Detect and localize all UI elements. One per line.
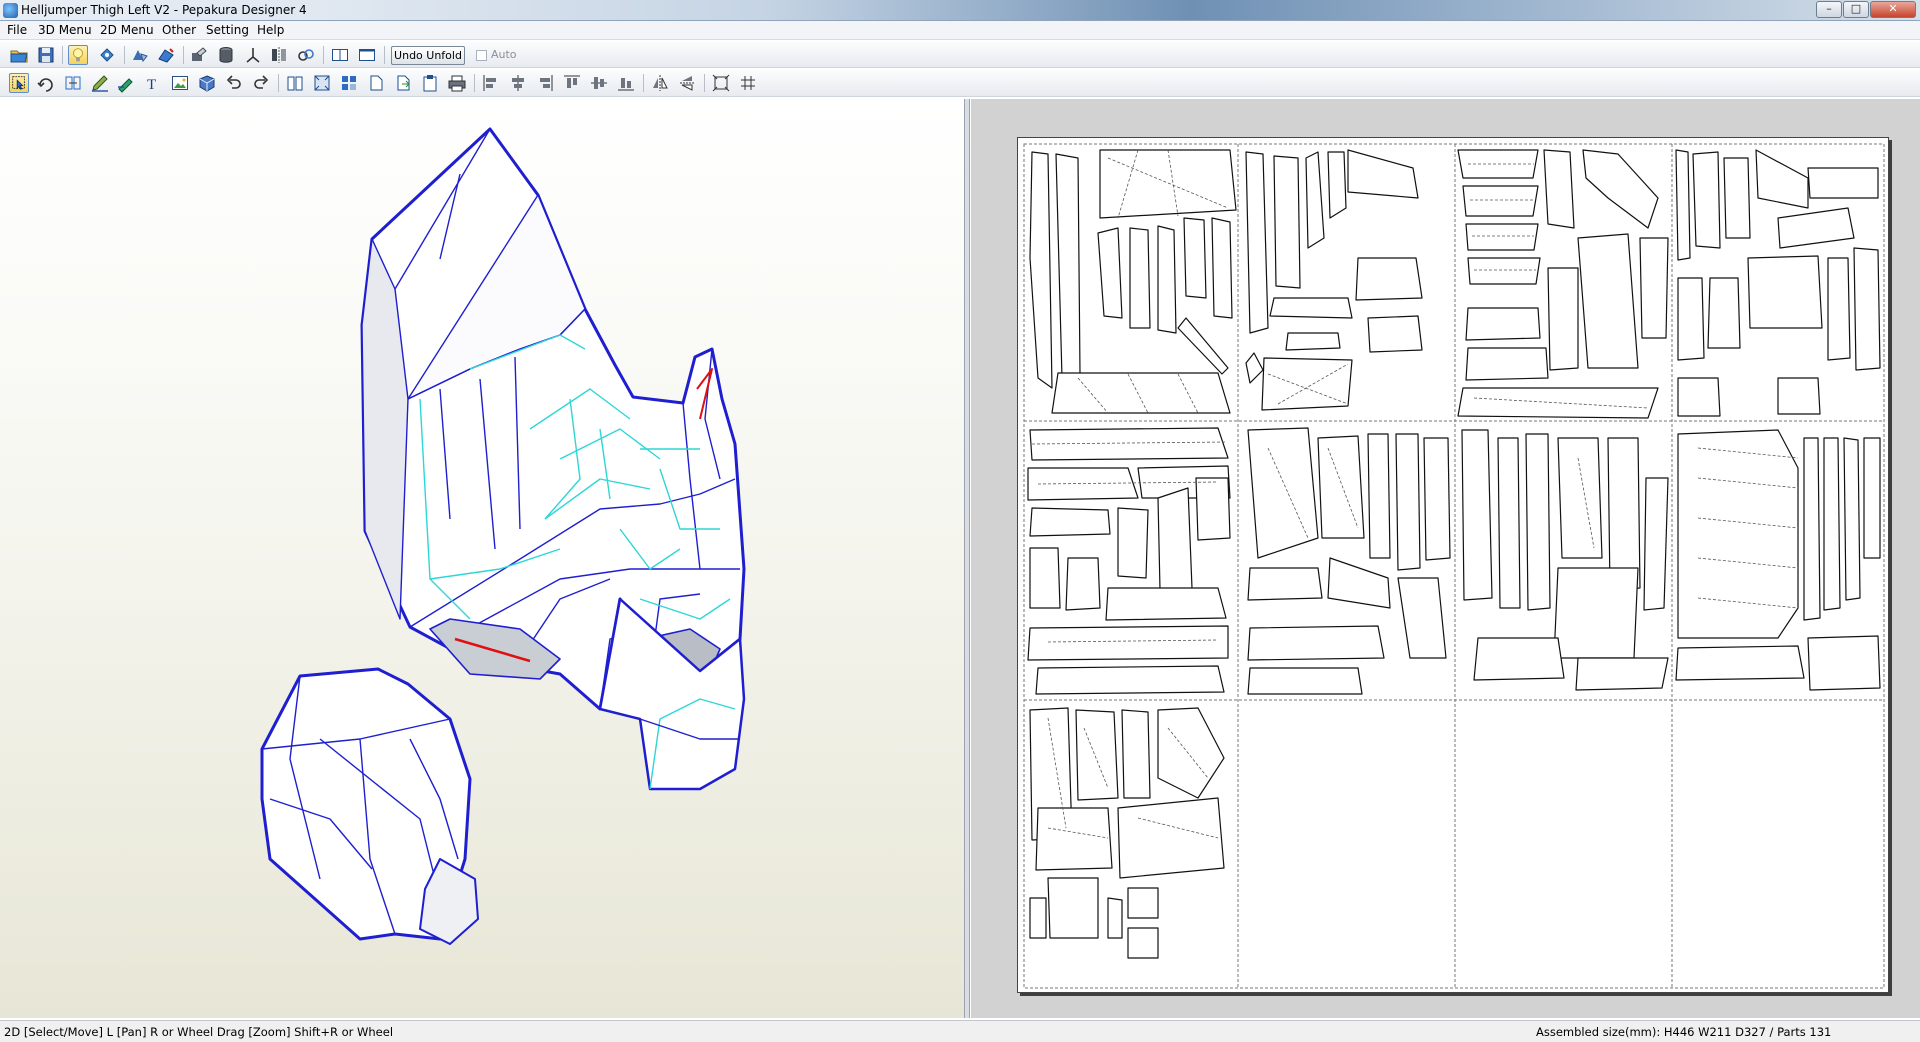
zoom-fit-icon[interactable] — [711, 73, 731, 93]
menu-2d[interactable]: 2D Menu — [100, 23, 154, 37]
redo-icon[interactable] — [251, 73, 271, 93]
link-icon[interactable] — [296, 45, 316, 65]
unfold-icon[interactable] — [156, 45, 176, 65]
title-bar: Helljumper Thigh Left V2 - Pepakura Desi… — [0, 0, 1920, 21]
menu-help[interactable]: Help — [257, 23, 284, 37]
status-hint: 2D [Select/Move] L [Pan] R or Wheel Drag… — [4, 1025, 394, 1039]
menu-other[interactable]: Other — [162, 23, 196, 37]
undo-icon[interactable] — [224, 73, 244, 93]
rotate-part-icon[interactable] — [36, 73, 56, 93]
align-bottom-icon[interactable] — [616, 73, 636, 93]
status-bar: 2D [Select/Move] L [Pan] R or Wheel Drag… — [0, 1020, 1920, 1042]
cylinder-icon[interactable] — [216, 45, 236, 65]
image-icon[interactable] — [170, 73, 190, 93]
axis-icon[interactable] — [243, 45, 263, 65]
export-icon[interactable] — [393, 73, 413, 93]
status-assembled-size: Assembled size(mm): H446 W211 D327 / Par… — [1536, 1025, 1832, 1039]
layout-icon[interactable] — [339, 73, 359, 93]
split-view-icon[interactable] — [330, 45, 350, 65]
auto-label: Auto — [491, 48, 517, 61]
align-right-icon[interactable] — [535, 73, 555, 93]
select-move-icon[interactable] — [9, 73, 29, 93]
flip-icon[interactable] — [130, 45, 150, 65]
page-icon[interactable] — [366, 73, 386, 93]
single-view-icon[interactable] — [357, 45, 377, 65]
app-icon — [3, 3, 18, 18]
pepakura-window: Helljumper Thigh Left V2 - Pepakura Desi… — [0, 0, 1920, 1042]
rotate-model-icon[interactable] — [97, 45, 117, 65]
grid-icon[interactable] — [738, 73, 758, 93]
fit-page-icon[interactable] — [312, 73, 332, 93]
minimize-button[interactable]: – — [1816, 1, 1842, 18]
menu-setting[interactable]: Setting — [206, 23, 249, 37]
print-icon[interactable] — [447, 73, 467, 93]
2d-view[interactable] — [971, 99, 1920, 1018]
join-parts-icon[interactable] — [63, 73, 83, 93]
undo-unfold-button[interactable]: Undo Unfold — [391, 46, 465, 65]
align-top-icon[interactable] — [562, 73, 582, 93]
mirror-icon[interactable] — [269, 45, 289, 65]
view-splitter[interactable] — [965, 99, 970, 1018]
flip-h-icon[interactable] — [650, 73, 670, 93]
edit-edges-icon[interactable] — [189, 45, 209, 65]
edit-toolbar: T — [0, 70, 1920, 97]
window-title: Helljumper Thigh Left V2 - Pepakura Desi… — [21, 3, 307, 17]
align-left-icon[interactable] — [481, 73, 501, 93]
maximize-button[interactable]: □ — [1843, 1, 1869, 18]
svg-text:T: T — [147, 77, 156, 93]
3d-view[interactable] — [0, 99, 965, 1018]
text-icon[interactable]: T — [143, 73, 163, 93]
auto-checkbox[interactable] — [476, 50, 487, 61]
book-icon[interactable] — [285, 73, 305, 93]
menu-bar: File 3D Menu 2D Menu Other Setting Help — [0, 21, 1920, 40]
menu-3d[interactable]: 3D Menu — [38, 23, 92, 37]
flip-v-icon[interactable] — [677, 73, 697, 93]
align-center-icon[interactable] — [508, 73, 528, 93]
save-icon[interactable] — [36, 45, 56, 65]
clipboard-icon[interactable] — [420, 73, 440, 93]
add-flap-icon[interactable] — [116, 73, 136, 93]
open-icon[interactable] — [9, 45, 29, 65]
pattern-page — [1017, 137, 1889, 993]
thigh-armor-3d-model[interactable] — [0, 99, 965, 1018]
align-middle-icon[interactable] — [589, 73, 609, 93]
unfolded-parts[interactable] — [1018, 138, 1890, 994]
edit-line-icon[interactable] — [90, 73, 110, 93]
main-toolbar: Undo Unfold Auto — [0, 42, 1920, 68]
menu-file[interactable]: File — [7, 23, 27, 37]
box-icon[interactable] — [197, 73, 217, 93]
lightbulb-icon[interactable] — [68, 45, 88, 65]
close-button[interactable]: ✕ — [1870, 1, 1916, 18]
